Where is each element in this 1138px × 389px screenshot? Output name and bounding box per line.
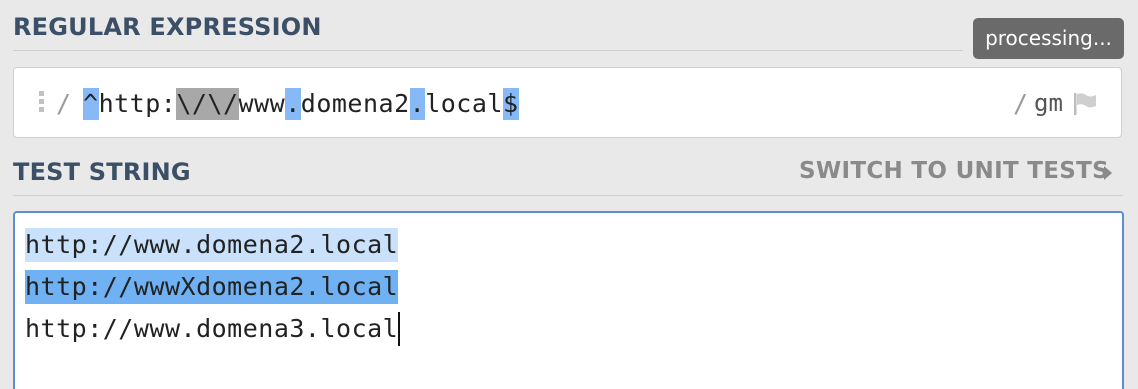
regex-open-delimiter: / [56,89,72,118]
regex-heading-divider [13,50,963,51]
test-string-line-text: http://www.domena3.local [25,314,399,343]
regex-close-delimiter: / [1013,89,1029,118]
regex-token-literal-domain: domena2 [300,89,410,118]
regex-token-dot-wildcard: . [409,88,426,120]
regex-token-dot-wildcard: . [285,88,301,120]
regular-expression-heading: REGULAR EXPRESSION [13,13,322,41]
flag-icon[interactable] [1072,92,1098,116]
regex-input-field[interactable]: / ^http:\/\/www.domena2.local$ / gm [13,67,1122,138]
regex-token-literal-local: local [425,89,503,118]
test-heading-divider [13,195,1123,196]
test-string-textarea[interactable]: http://www.domena2.local http://wwwXdome… [13,211,1124,389]
switch-to-unit-tests-link[interactable]: SWITCH TO UNIT TESTS [799,158,1109,184]
text-caret [398,312,401,346]
regex-token-escaped-slashes: \/\/ [176,88,239,120]
test-string-line-match: http://www.domena2.local [25,228,399,262]
test-string-line-match: http://wwwXdomena2.local [25,270,399,304]
regex-editor-panel: REGULAR EXPRESSION processing... / ^http… [0,0,1138,389]
regex-token-end-anchor: $ [502,88,519,120]
regex-token-literal-http: http: [98,89,177,118]
regex-token-start-anchor: ^ [83,88,99,120]
test-string-heading: TEST STRING [13,158,191,186]
regex-token-literal-www: www [238,89,286,118]
drag-handle-icon[interactable] [39,91,44,117]
test-string-line: http://www.domena3.local [25,312,401,346]
chevron-right-icon[interactable] [1104,166,1112,180]
processing-status-badge: processing... [973,18,1124,59]
regex-flags-button[interactable]: gm [1034,89,1063,117]
regex-expression-text[interactable]: ^http:\/\/www.domena2.local$ [83,88,519,120]
